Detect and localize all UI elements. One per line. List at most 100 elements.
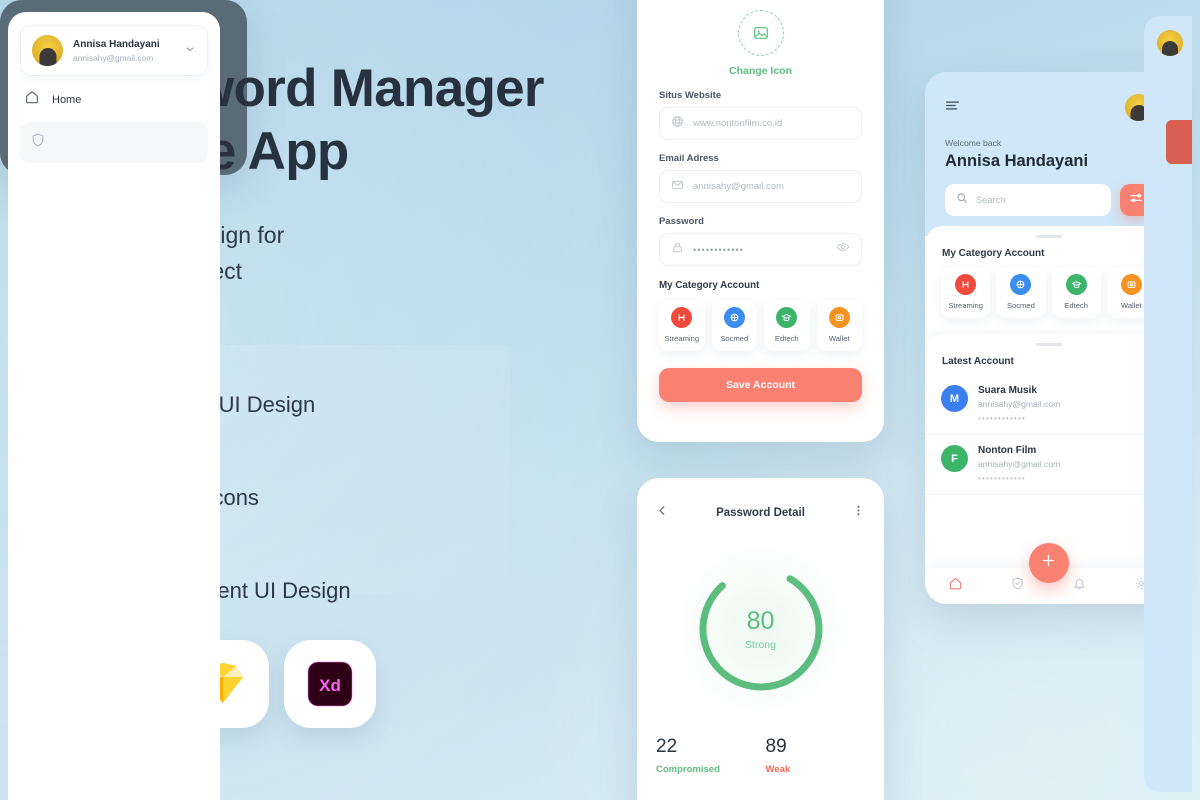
globe-icon (671, 115, 684, 133)
password-field-label: Password (659, 216, 704, 227)
welcome-label: Welcome back (945, 138, 1002, 148)
account-email: annisahy@gmail.com (978, 399, 1061, 409)
search-placeholder: Search (976, 195, 1006, 205)
category-chip-socmed[interactable]: Socmed (996, 267, 1046, 318)
chevron-down-icon[interactable] (184, 42, 196, 60)
stat-value: 22 (656, 736, 678, 757)
home-icon (24, 89, 40, 110)
account-initial-badge: F (941, 445, 968, 472)
password-detail-screen: Password Detail 80 Strong 22 Compromised… (637, 478, 884, 800)
sliders-icon (1129, 191, 1143, 210)
category-chip-label: Socmed (1006, 301, 1035, 310)
password-input-value: •••••••••••• (693, 244, 745, 255)
socmed-icon (1010, 274, 1032, 295)
stat-label: Compromised (656, 764, 720, 775)
hamburger-icon[interactable] (945, 99, 960, 117)
drawer-profile-email: annisahy@gmail.com (73, 52, 154, 63)
account-password: •••••••••••• (978, 474, 1027, 483)
save-account-button[interactable]: Save Account (659, 368, 862, 402)
category-section-title: My Category Account (942, 248, 1045, 259)
password-stats: 22 Compromised 89 Weak (637, 714, 884, 775)
category-chip-label: Edtech (1064, 301, 1088, 310)
website-input-value: www.nontonfilm.co.id (693, 118, 783, 129)
password-score-value: 80 (746, 607, 775, 635)
category-chip-edtech[interactable]: Edtech (764, 300, 810, 351)
stat-weak: 89 Weak (766, 736, 866, 775)
account-password: •••••••••••• (978, 414, 1027, 423)
nav-shield-check-icon[interactable] (1010, 576, 1025, 596)
shield-icon (30, 132, 46, 153)
email-field-label: Email Adress (659, 153, 719, 164)
category-chip-label: Streaming (948, 301, 983, 310)
streaming-icon (955, 274, 977, 295)
drawer-menu-item-next[interactable] (20, 122, 208, 163)
category-chip-label: Streaming (664, 334, 700, 343)
website-field-label: Situs Website (659, 90, 722, 101)
lock-icon (671, 241, 684, 259)
account-name: Suara Musik (978, 385, 1037, 396)
password-score-gauge: 80 Strong (675, 544, 846, 714)
nav-bell-icon[interactable] (1072, 576, 1087, 596)
account-email: annisahy@gmail.com (978, 459, 1061, 469)
category-section-title: My Category Account (659, 280, 760, 291)
email-input[interactable]: annisahy@gmail.com (659, 170, 862, 203)
stat-compromised: 22 Compromised (656, 736, 756, 775)
email-input-value: annisahy@gmail.com (693, 181, 784, 192)
svg-text:Xd: Xd (319, 676, 341, 695)
password-detail-title: Password Detail (716, 507, 805, 519)
change-icon-label: Change Icon (728, 65, 792, 77)
account-initial-badge: M (941, 385, 968, 412)
drawer-profile-name: Annisa Handayani (73, 38, 160, 50)
wallet-icon (1120, 274, 1142, 295)
category-chip-wallet[interactable]: Wallet (816, 300, 862, 351)
add-account-screen: Change Icon Situs Website www.nontonfilm… (637, 0, 884, 442)
search-input[interactable]: Search (945, 184, 1111, 216)
website-input[interactable]: www.nontonfilm.co.id (659, 107, 862, 140)
edtech-icon (1065, 274, 1087, 295)
wallet-icon (828, 307, 850, 328)
category-chip-list: Streaming Socmed Edtech Wallet (659, 300, 862, 351)
home-header: Welcome back Annisa Handayani Search (925, 72, 1172, 236)
stat-value: 89 (765, 736, 787, 757)
category-sheet: My Category Account Streaming Socmed Edt… (925, 226, 1172, 330)
password-input[interactable]: •••••••••••• (659, 233, 862, 266)
sheet-grip[interactable] (1035, 235, 1062, 238)
search-icon (956, 191, 968, 209)
drawer-menu-item-home[interactable]: Home (20, 76, 208, 119)
category-chip-list: Streaming Socmed Edtech Wallet (925, 267, 1172, 330)
drawer-menu-item-label: Home (52, 93, 82, 106)
drawer-profile-card[interactable]: Annisa Handayani annisahy@gmail.com (20, 25, 208, 76)
add-account-fab[interactable] (1028, 543, 1069, 583)
stat-label: Weak (765, 764, 791, 775)
home-screen: Welcome back Annisa Handayani Search My … (925, 72, 1172, 604)
streaming-icon (671, 307, 693, 328)
category-chip-edtech[interactable]: Edtech (1051, 267, 1101, 318)
category-chip-streaming[interactable]: Streaming (659, 300, 705, 351)
change-icon-group[interactable]: Change Icon (659, 0, 862, 77)
list-item[interactable]: M Suara Musik annisahy@gmail.com •••••••… (925, 375, 1172, 435)
category-chip-label: Wallet (828, 334, 850, 343)
password-score-label: Strong (745, 639, 776, 651)
adobe-xd-logo: Xd (284, 640, 376, 728)
avatar (32, 35, 63, 66)
poster-stage: Password Manager Mobile App Clean app de… (0, 0, 1200, 800)
user-name: Annisa Handayani (945, 152, 1089, 170)
category-chip-label: Edtech (774, 334, 799, 343)
list-item[interactable]: F Nonton Film annisahy@gmail.com •••••••… (925, 435, 1172, 495)
latest-account-sheet: Latest Account M Suara Musik annisahy@gm… (925, 334, 1172, 495)
edtech-icon (776, 307, 798, 328)
category-chip-streaming[interactable]: Streaming (941, 267, 991, 318)
category-chip-label: Socmed (720, 334, 749, 343)
mail-icon (671, 178, 684, 196)
drawer-screen: Annisa Handayani annisahy@gmail.com Home (0, 0, 1192, 800)
eye-icon[interactable] (836, 240, 850, 259)
account-name: Nonton Film (978, 445, 1037, 456)
latest-account-title: Latest Account (942, 356, 1014, 367)
category-chip-socmed[interactable]: Socmed (711, 300, 757, 351)
image-placeholder-icon (737, 10, 784, 56)
chevron-left-icon[interactable] (656, 504, 669, 522)
more-vertical-icon[interactable] (852, 504, 865, 522)
nav-home-icon[interactable] (948, 576, 963, 596)
sheet-grip[interactable] (1035, 343, 1062, 346)
socmed-icon (723, 307, 745, 328)
